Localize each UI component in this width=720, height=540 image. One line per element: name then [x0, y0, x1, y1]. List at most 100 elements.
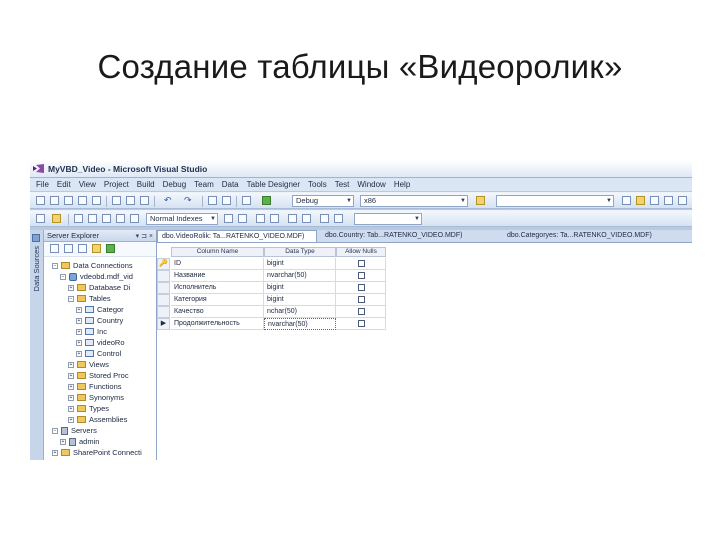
menu-data[interactable]: Data [222, 180, 239, 189]
data-type-cell[interactable]: nvarchar(50) [264, 270, 336, 282]
save-icon[interactable] [78, 196, 87, 205]
tree-item[interactable]: + Stored Proc [68, 370, 129, 381]
toolbar-combo[interactable]: ▼ [354, 213, 422, 225]
show-results-pane-icon[interactable] [270, 214, 279, 223]
connect-sharepoint-icon[interactable] [106, 244, 115, 253]
tree-item[interactable]: + Functions [68, 381, 122, 392]
redo-icon[interactable]: ↷ [184, 195, 192, 206]
data-type-cell[interactable]: bigint [264, 282, 336, 294]
undo-icon[interactable]: ↶ [164, 195, 172, 206]
tree-item[interactable]: − Servers [52, 425, 97, 436]
expand-icon[interactable]: + [68, 372, 74, 379]
show-sql-pane-icon[interactable] [256, 214, 265, 223]
panel-controls[interactable]: ▾ ⊐ × [136, 232, 153, 240]
tree-item[interactable]: + Assemblies [68, 414, 127, 425]
xml-index-icon[interactable] [116, 214, 125, 223]
allow-nulls-checkbox[interactable] [358, 320, 365, 327]
data-type-cell[interactable]: nvarchar(50) [264, 318, 336, 330]
solution-configuration-select[interactable]: Debug ▼ [292, 195, 354, 207]
menu-edit[interactable]: Edit [57, 180, 71, 189]
expand-icon[interactable]: + [68, 405, 74, 412]
change-type-icon[interactable] [288, 214, 297, 223]
tree-item[interactable]: + Inc [76, 326, 107, 337]
paste-icon[interactable] [140, 196, 149, 205]
open-file-icon[interactable] [64, 196, 73, 205]
expand-icon[interactable]: + [76, 350, 82, 357]
expand-icon[interactable]: + [60, 438, 66, 445]
expand-icon[interactable]: + [52, 449, 58, 456]
menu-project[interactable]: Project [104, 180, 129, 189]
connect-server-icon[interactable] [92, 244, 101, 253]
show-diagram-pane-icon[interactable] [224, 214, 233, 223]
show-criteria-pane-icon[interactable] [238, 214, 247, 223]
expand-icon[interactable]: + [76, 306, 82, 313]
expand-icon[interactable]: + [76, 339, 82, 346]
column-name-cell[interactable]: Продолжительность [171, 318, 264, 330]
indexes-icon[interactable] [88, 214, 97, 223]
tab-videorolik[interactable]: dbo.VideoRolik: Ta...RATENKO_VIDEO.MDF) [157, 230, 317, 242]
tree-item[interactable]: + Synonyms [68, 392, 124, 403]
collapse-icon[interactable]: − [52, 427, 58, 434]
navigate-back-icon[interactable] [208, 196, 217, 205]
menu-help[interactable]: Help [394, 180, 410, 189]
menu-table-designer[interactable]: Table Designer [247, 180, 300, 189]
tab-categoryes[interactable]: dbo.Categoryes: Ta...RATENKO_VIDEO.MDF) [503, 230, 681, 242]
data-type-cell[interactable]: bigint [264, 294, 336, 306]
allow-nulls-checkbox[interactable] [358, 308, 365, 315]
allow-nulls-checkbox[interactable] [358, 284, 365, 291]
expand-icon[interactable]: + [76, 328, 82, 335]
add-item-icon[interactable] [50, 196, 59, 205]
expand-icon[interactable]: + [68, 361, 74, 368]
check-constraints-icon[interactable] [130, 214, 139, 223]
data-type-cell[interactable]: nchar(50) [264, 306, 336, 318]
tree-item[interactable]: + Views [68, 359, 109, 370]
object-browser-icon[interactable] [650, 196, 659, 205]
copy-icon[interactable] [126, 196, 135, 205]
start-debugging-icon[interactable] [262, 196, 271, 205]
find-in-files-icon[interactable] [476, 196, 485, 205]
menu-file[interactable]: File [36, 180, 49, 189]
cut-icon[interactable] [112, 196, 121, 205]
properties-icon[interactable] [636, 196, 645, 205]
column-name-cell[interactable]: Исполнитель [171, 282, 264, 294]
data-type-cell[interactable]: bigint [264, 258, 336, 270]
column-name-cell[interactable]: Качество [171, 306, 264, 318]
connect-database-icon[interactable] [78, 244, 87, 253]
solution-platform-select[interactable]: x86 ▼ [360, 195, 468, 207]
column-name-cell[interactable]: ID [171, 258, 264, 270]
expand-icon[interactable]: + [68, 394, 74, 401]
menu-window[interactable]: Window [357, 180, 385, 189]
execute-sql-icon[interactable] [302, 214, 311, 223]
tree-item[interactable]: − Data Connections [52, 260, 133, 271]
tree-item[interactable]: + videoRo [76, 337, 125, 348]
group-by-icon[interactable] [334, 214, 343, 223]
stop-refresh-icon[interactable] [64, 244, 73, 253]
collapse-icon[interactable]: − [52, 262, 58, 269]
options-icon[interactable] [678, 196, 687, 205]
menu-tools[interactable]: Tools [308, 180, 327, 189]
expand-icon[interactable]: + [68, 284, 74, 291]
collapse-icon[interactable]: − [68, 295, 74, 302]
menu-test[interactable]: Test [335, 180, 350, 189]
expand-icon[interactable]: + [68, 383, 74, 390]
toolbox-icon[interactable] [664, 196, 673, 205]
column-name-cell[interactable]: Категория [171, 294, 264, 306]
column-name-cell[interactable]: Название [171, 270, 264, 282]
tree-item[interactable]: + Categor [76, 304, 124, 315]
tab-country[interactable]: dbo.Country: Tab...RATENKO_VIDEO.MDF) [321, 230, 497, 242]
menu-team[interactable]: Team [194, 180, 214, 189]
allow-nulls-checkbox[interactable] [358, 296, 365, 303]
tree-item[interactable]: + Types [68, 403, 109, 414]
menu-debug[interactable]: Debug [163, 180, 187, 189]
allow-nulls-checkbox[interactable] [358, 272, 365, 279]
expand-icon[interactable]: + [68, 416, 74, 423]
tree-item[interactable]: + Country [76, 315, 123, 326]
refresh-icon[interactable] [50, 244, 59, 253]
row-selector[interactable] [157, 270, 170, 282]
navigate-forward-icon[interactable] [222, 196, 231, 205]
tree-item[interactable]: + Database Di [68, 282, 130, 293]
row-selector[interactable] [157, 282, 170, 294]
collapse-icon[interactable]: − [60, 273, 66, 280]
set-primary-key-icon[interactable] [52, 214, 61, 223]
row-selector[interactable] [157, 294, 170, 306]
